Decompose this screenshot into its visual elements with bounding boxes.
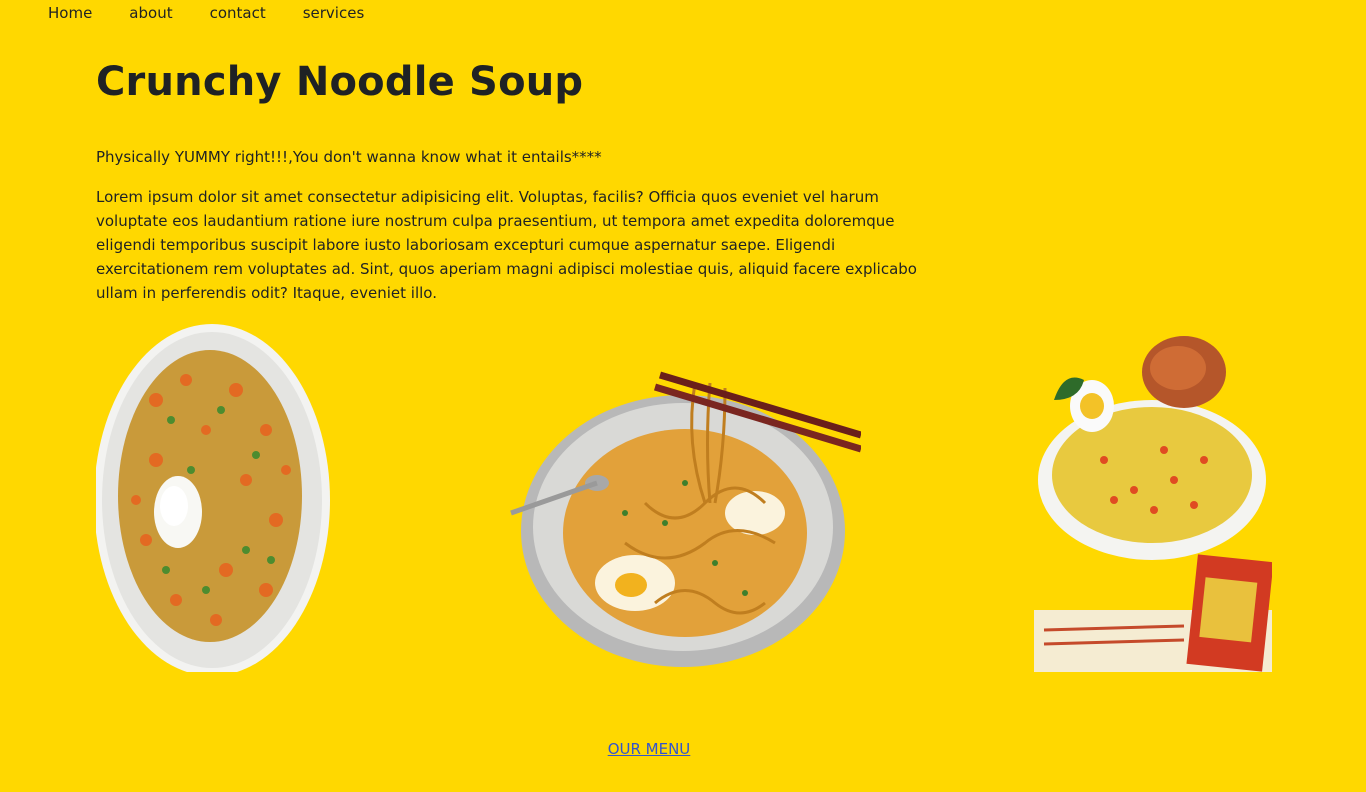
nav-home-link[interactable]: Home <box>48 1 92 25</box>
our-menu-link[interactable]: OUR MENU <box>0 737 1298 761</box>
page-title: Crunchy Noodle Soup <box>96 59 584 105</box>
noodles-plate-chicken-image <box>1034 330 1272 672</box>
noodles-bowl-chopsticks-image <box>505 363 861 668</box>
noodles-plate-egg-image <box>96 320 332 672</box>
nav-contact-link[interactable]: contact <box>210 1 266 25</box>
nav-about-link[interactable]: about <box>129 1 172 25</box>
intro-paragraph: Lorem ipsum dolor sit amet consectetur a… <box>96 188 917 302</box>
nav-services-link[interactable]: services <box>303 1 365 25</box>
tagline-text: Physically YUMMY right!!!,You don't wann… <box>96 148 602 166</box>
top-nav: Home about contact services <box>48 0 401 26</box>
